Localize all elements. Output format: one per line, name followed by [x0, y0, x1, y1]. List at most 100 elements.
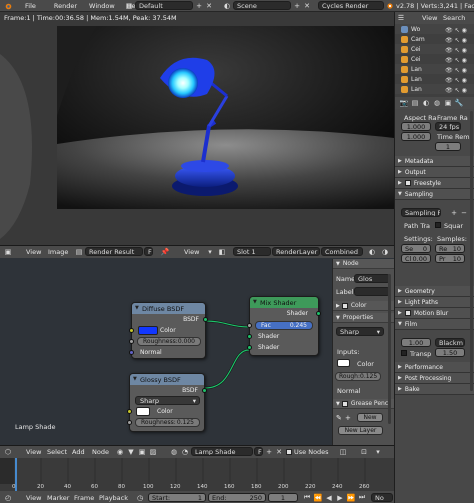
grease-pencil-checkbox[interactable] [341, 400, 348, 407]
next-keyframe-icon[interactable]: ⏩ [346, 493, 356, 502]
output-section-header[interactable]: ▶ Output [395, 167, 474, 178]
npanel-distribution-select[interactable]: Sharp ▾ [336, 327, 384, 336]
glossy-color-swatch[interactable] [136, 407, 150, 416]
menu-file[interactable]: File [25, 2, 36, 10]
node-menu-view[interactable]: View [26, 448, 41, 456]
properties-scrollbar[interactable] [470, 111, 473, 391]
eye-icon[interactable]: 👁 ↖ ◉ [439, 86, 473, 96]
timeline-menu-view[interactable]: View [26, 494, 41, 502]
mix-node-header[interactable]: ▼ Mix Shader [250, 297, 318, 308]
node-label-field[interactable] [354, 287, 390, 296]
diffuse-bsdf-node[interactable]: ▼ Diffuse BSDF BSDF Color Roughness: 0.0… [129, 302, 208, 359]
material-browse-icon[interactable]: ◔ [180, 447, 190, 456]
current-frame-field[interactable]: 1 [268, 493, 298, 502]
material-fake-user-toggle[interactable]: F [254, 447, 263, 456]
render-samples-field[interactable]: Re 10 [435, 244, 465, 253]
motion-blur-checkbox[interactable] [404, 310, 411, 316]
npanel-color-swatch[interactable] [337, 359, 350, 367]
mix-shader2-input-socket[interactable] [247, 345, 252, 350]
collapse-node-icon[interactable]: ▼ [135, 305, 139, 311]
node-menu-add[interactable]: Add [72, 448, 85, 456]
metadata-section-header[interactable]: ▶ Metadata [395, 156, 474, 167]
mix-shader-output-socket[interactable] [316, 311, 321, 316]
node-color-header[interactable]: ▶ Color [333, 301, 394, 311]
screen-layout-icon[interactable]: ▦ [124, 1, 134, 10]
node-name-field[interactable]: Glos [354, 274, 390, 283]
time-remap-field[interactable]: 1 [435, 142, 461, 151]
glossy-color-input-socket[interactable] [127, 409, 132, 414]
grease-new-button[interactable]: New [357, 413, 383, 422]
layers-tab-icon[interactable]: ▤ [410, 99, 420, 108]
eye-icon[interactable]: 👁 ↖ ◉ [439, 36, 473, 46]
blender-logo-icon[interactable] [3, 1, 13, 10]
sampling-section-header[interactable]: ▼ Sampling [395, 189, 474, 200]
snap-icon[interactable]: ⊡ [359, 447, 369, 456]
diffuse-roughness-slider[interactable]: Roughness: 0.000 [137, 337, 201, 346]
node-panel-header[interactable]: ▼ Node [333, 259, 394, 269]
object-tab-icon[interactable]: ▣ [443, 99, 453, 108]
scene-icon[interactable]: ◐ [222, 1, 232, 10]
glossy-bsdf-output-socket[interactable] [202, 388, 207, 393]
aspect-x-field[interactable]: 1.000 [401, 122, 431, 131]
start-frame-field[interactable]: Start: 1 [148, 493, 206, 502]
world-tab-icon[interactable]: ◍ [432, 99, 442, 108]
node-menu-node[interactable]: Node [92, 448, 109, 456]
timeline-menu-frame[interactable]: Frame [74, 494, 94, 502]
geometry-section-header[interactable]: ▶ Geometry [395, 286, 474, 297]
scene-tab-icon[interactable]: ◐ [421, 99, 431, 108]
diffuse-node-header[interactable]: ▼ Diffuse BSDF [132, 303, 205, 314]
seed-field[interactable]: Se 0 [401, 244, 431, 253]
jump-start-icon[interactable]: ⏮ [302, 493, 312, 502]
post-processing-section-header[interactable]: ▶ Post Processing [395, 373, 474, 384]
node-editor-type-icon[interactable]: ⬡ [3, 447, 13, 456]
remove-scene-icon[interactable]: ✕ [302, 1, 312, 10]
outliner-menu-view[interactable]: View [422, 14, 437, 22]
glossy-roughness-slider[interactable]: Roughness: 0.125 [135, 418, 200, 427]
backdrop-icon[interactable]: ◫ [338, 447, 348, 456]
material-name-field[interactable]: Lamp Shade [191, 447, 253, 456]
sampling-presets-select[interactable]: Sampling P [401, 208, 441, 217]
screen-layout-field[interactable]: Default [135, 1, 193, 10]
remove-screen-icon[interactable]: ✕ [204, 1, 214, 10]
texture-icon[interactable]: ▨ [148, 447, 158, 456]
film-section-header[interactable]: ▼ Film [395, 319, 474, 330]
frame-rate-select[interactable]: 24 fps [435, 122, 461, 131]
color-display-icon[interactable]: ◐ [367, 247, 377, 256]
unlink-material-icon[interactable]: ✕ [274, 447, 284, 456]
slot-icon[interactable]: ◍ [169, 447, 179, 456]
use-nodes-checkbox[interactable] [286, 449, 292, 455]
diffuse-roughness-input-socket[interactable] [129, 339, 134, 344]
motion-blur-section-header[interactable]: ▶ Motion Blur [395, 308, 474, 319]
light-paths-section-header[interactable]: ▶ Light Paths [395, 297, 474, 308]
filter-width-field[interactable]: 1.50 [435, 348, 465, 357]
collapse-node-icon[interactable]: ▼ [133, 376, 137, 382]
play-icon[interactable]: ▶ [335, 493, 345, 502]
menu-window[interactable]: Window [89, 2, 115, 10]
prev-keyframe-icon[interactable]: ⏪ [313, 493, 323, 502]
shader-tree-icon[interactable]: ◉ [115, 447, 125, 456]
diffuse-color-input-socket[interactable] [129, 328, 134, 333]
timeline-menu-marker[interactable]: Marker [47, 494, 69, 502]
new-layer-button[interactable]: New Layer [338, 426, 383, 435]
grease-pencil-header[interactable]: ▼ Grease Penc [333, 399, 394, 409]
mix-fac-input-socket[interactable] [247, 323, 252, 328]
jump-end-icon[interactable]: ⏭ [357, 493, 367, 502]
timeline-track[interactable]: 0 20 40 60 80 100 120 140 160 180 200 22… [0, 458, 394, 491]
path-tracing-label[interactable]: Path Tra [404, 222, 430, 230]
preview-samples-field[interactable]: Pr 10 [435, 254, 465, 263]
npanel-scrollbar[interactable] [388, 274, 391, 424]
eye-icon[interactable]: 👁 ↖ ◉ [439, 66, 473, 76]
outliner-type-icon[interactable]: ☰ [396, 13, 406, 22]
glossy-bsdf-node[interactable]: ▼ Glossy BSDF BSDF Sharp ▾ Color Roughne… [127, 373, 207, 432]
eye-icon[interactable]: 👁 ↖ ◉ [439, 46, 473, 56]
eye-icon[interactable]: 👁 ↖ ◉ [439, 76, 473, 86]
add-material-icon[interactable]: + [264, 447, 274, 456]
add-screen-icon[interactable]: + [194, 1, 204, 10]
diffuse-color-swatch[interactable] [138, 326, 158, 335]
node-editor[interactable]: ▣ View Image ▤ Render Result F 📌 View ▾ … [0, 245, 394, 445]
square-samples-checkbox[interactable] [435, 222, 441, 228]
scene-field[interactable]: Scene [233, 1, 291, 10]
transparent-checkbox[interactable] [401, 350, 407, 356]
clamp-field[interactable]: Cl 0.00 [401, 254, 431, 263]
alpha-display-icon[interactable]: ◑ [380, 247, 390, 256]
